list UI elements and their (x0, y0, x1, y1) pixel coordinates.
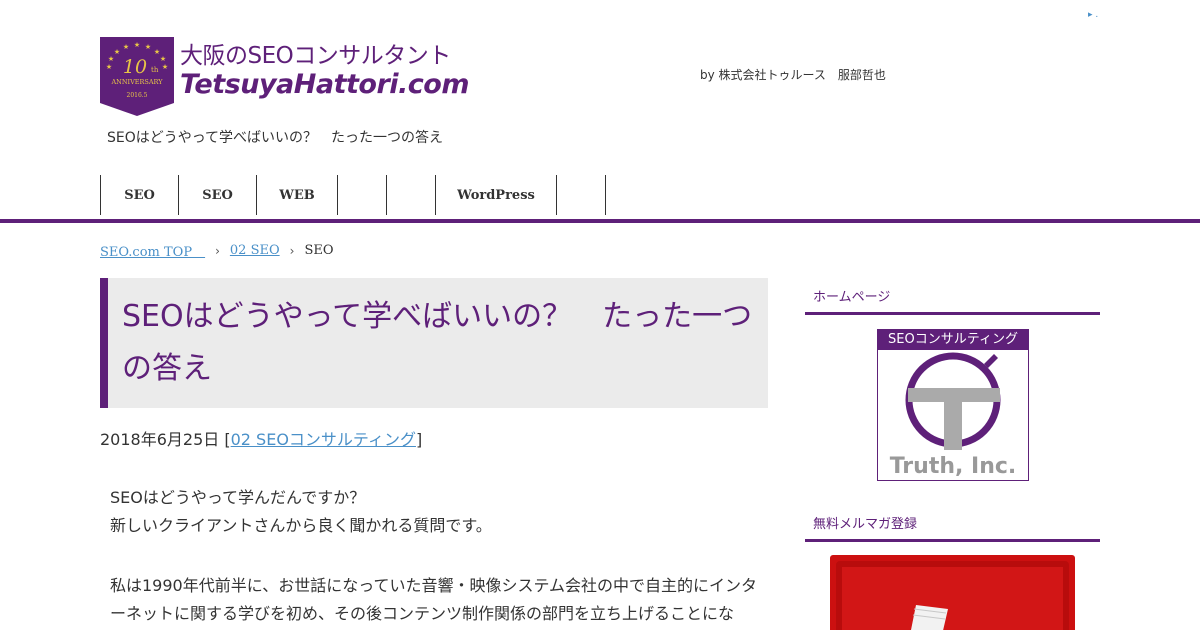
chevron-right-icon: › (289, 243, 295, 258)
post-title: SEOはどうやって学べばいいの？ たった一つの答え (122, 299, 753, 386)
bracket-close: ] (415, 430, 423, 449)
post-body: SEOはどうやって学んだんですか？ 新しいクライアントさんから良く聞かれる質問で… (110, 484, 765, 630)
widget-title-newsletter: 無料メルマガ登録 (805, 514, 1100, 542)
chevron-right-icon: › (215, 243, 220, 258)
badge-number: 10 (123, 56, 147, 78)
nav-end-divider (605, 175, 606, 215)
badge-word: ANNIVERSARY (110, 78, 163, 86)
svg-text:★: ★ (106, 63, 112, 71)
svg-text:★: ★ (134, 41, 140, 49)
nav-item-5[interactable] (386, 175, 435, 215)
svg-text:★: ★ (108, 55, 114, 63)
nav-item-7[interactable] (556, 175, 605, 215)
logo-line1: 大阪のSEOコンサルタント (180, 43, 451, 69)
breadcrumb: SEO.com TOP › 02 SEO › SEO (100, 241, 334, 260)
nav-item-3[interactable]: WEB (256, 175, 337, 215)
badge-date: 2016.5 (127, 92, 148, 99)
svg-text:★: ★ (145, 43, 151, 51)
breadcrumb-current: SEO (304, 243, 334, 258)
newsletter-envelope-icon (836, 561, 1069, 630)
badge-suffix: th (151, 66, 159, 74)
post-date: 2018年6月25日 (100, 430, 220, 449)
anniversary-badge-logo[interactable]: ★ ★ ★ ★ ★ ★ ★ ★ ★ 10 th ANNIVERSARY 2016.5 (100, 37, 174, 116)
post-category-link[interactable]: 02 SEOコンサルティング (231, 430, 416, 449)
nav-item-6[interactable]: WordPress (435, 175, 556, 215)
sidebar-widget-homepage: ホームページ (805, 287, 1100, 315)
svg-text:★: ★ (160, 55, 166, 63)
global-nav: SEO SEO WEB WordPress (100, 175, 606, 215)
widget-title-homepage: ホームページ (805, 287, 1100, 315)
logo-line2: TetsuyaHattori.com (180, 69, 469, 100)
breadcrumb-home-link[interactable]: SEO.com TOP (100, 241, 205, 260)
site-tagline: SEOはどうやって学べばいいの？ たった一つの答え (107, 130, 444, 146)
svg-text:★: ★ (114, 48, 120, 56)
banner-company: Truth, Inc. (890, 454, 1017, 479)
sidebar-widget-newsletter: 無料メルマガ登録 (805, 514, 1100, 542)
nav-divider (0, 219, 1200, 223)
ad-choices-icon[interactable]: ▸ . (1088, 10, 1098, 20)
svg-text:★: ★ (123, 43, 129, 51)
post-line: 新しいクライアントさんから良く聞かれる質問です。 (110, 516, 492, 535)
banner-heading: SEOコンサルティング (878, 330, 1028, 350)
nav-item-4[interactable] (337, 175, 386, 215)
company-byline: by 株式会社トゥルース 服部哲也 (700, 68, 886, 82)
post-title-box: SEOはどうやって学べばいいの？ たった一つの答え (100, 278, 768, 408)
post-line: SEOはどうやって学んだんですか？ (110, 488, 366, 507)
truth-logo-icon: Truth, Inc. (890, 352, 1017, 479)
post-paragraph: 私は1990年代前半に、お世話になっていた音響・映像システム会社の中で自主的にイ… (110, 572, 765, 628)
post-meta: 2018年6月25日 [02 SEOコンサルティング] (100, 426, 422, 450)
breadcrumb-category-link[interactable]: 02 SEO (230, 243, 280, 258)
seo-consulting-banner[interactable]: SEOコンサルティング Truth, Inc. (877, 329, 1029, 481)
post-paragraph: SEOはどうやって学んだんですか？ 新しいクライアントさんから良く聞かれる質問で… (110, 484, 765, 540)
svg-text:★: ★ (162, 63, 168, 71)
site-logo[interactable]: 大阪のSEOコンサルタント TetsuyaHattori.com (180, 41, 469, 99)
post-line: 私は1990年代前半に、お世話になっていた音響・映像システム会社の中で自主的にイ… (110, 576, 757, 623)
newsletter-banner[interactable] (830, 555, 1075, 630)
nav-item-1[interactable]: SEO (100, 175, 178, 215)
nav-item-2[interactable]: SEO (178, 175, 256, 215)
